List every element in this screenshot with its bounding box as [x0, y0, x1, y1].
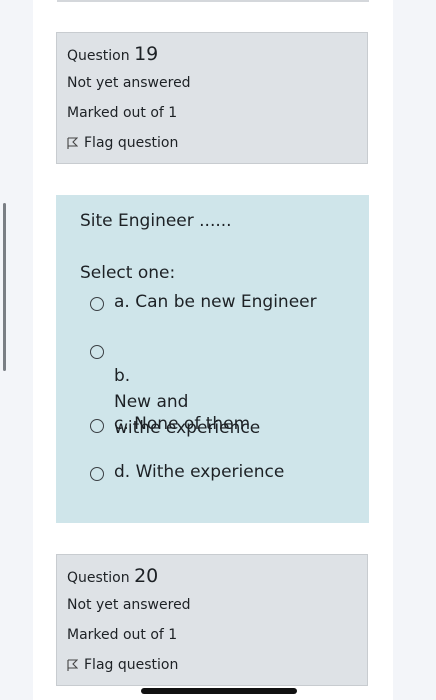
answer-option-a[interactable]: a. Can be new Engineer	[90, 292, 317, 315]
question-marks: Marked out of 1	[67, 105, 178, 121]
answer-option-d[interactable]: d. Withe experience	[90, 462, 284, 485]
select-one-prompt: Select one:	[80, 263, 176, 283]
option-letter: b.	[114, 366, 131, 386]
question-label: Question	[67, 570, 130, 586]
radio-button[interactable]	[90, 419, 104, 433]
flag-icon	[67, 136, 78, 150]
home-indicator[interactable]	[141, 688, 297, 694]
question-20-title: Question 20	[67, 565, 158, 587]
flag-question-label: Flag question	[84, 657, 179, 673]
question-status: Not yet answered	[67, 75, 191, 91]
divider	[57, 0, 369, 2]
radio-button[interactable]	[90, 345, 104, 359]
question-20-info: Question 20 Not yet answered Marked out …	[56, 554, 368, 686]
flag-question-label: Flag question	[84, 135, 179, 151]
question-19-title: Question 19	[67, 43, 158, 65]
question-marks: Marked out of 1	[67, 627, 178, 643]
option-text: None of them	[134, 414, 251, 434]
question-label: Question	[67, 48, 130, 64]
radio-button[interactable]	[90, 297, 104, 311]
question-content: Site Engineer ...... Select one: a. Can …	[56, 195, 369, 523]
scroll-indicator[interactable]	[3, 203, 6, 371]
option-letter: d.	[114, 462, 131, 482]
flag-question-link[interactable]: Flag question	[67, 135, 178, 151]
question-text: Site Engineer ......	[80, 211, 232, 231]
option-letter: c.	[114, 414, 129, 434]
question-number: 20	[134, 565, 159, 587]
flag-icon	[67, 658, 78, 672]
option-text: Withe experience	[135, 462, 285, 482]
option-letter: a.	[114, 292, 130, 312]
question-19-info: Question 19 Not yet answered Marked out …	[56, 32, 368, 164]
question-status: Not yet answered	[67, 597, 191, 613]
option-text: Can be new Engineer	[135, 292, 317, 312]
radio-button[interactable]	[90, 467, 104, 481]
flag-question-link[interactable]: Flag question	[67, 657, 178, 673]
question-number: 19	[134, 43, 159, 65]
answer-option-c[interactable]: c. None of them	[90, 414, 250, 437]
